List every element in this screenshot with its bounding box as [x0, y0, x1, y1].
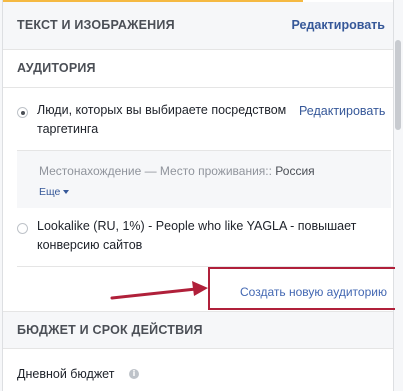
- scrollbar-thumb[interactable]: [395, 40, 401, 130]
- annotation-arrow: [110, 281, 208, 300]
- scrollbar[interactable]: [395, 0, 401, 391]
